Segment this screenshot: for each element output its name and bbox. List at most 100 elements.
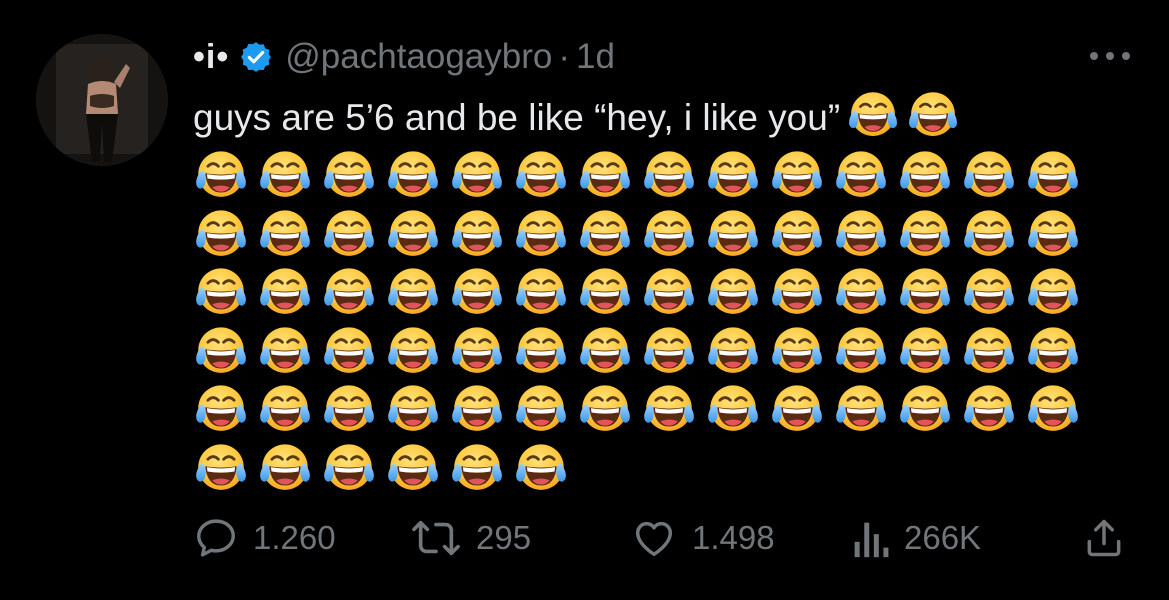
laughing-emoji-icon <box>321 264 377 320</box>
retweet-icon <box>412 520 460 556</box>
laughing-emoji-icon <box>193 440 249 496</box>
laughing-emoji-icon <box>897 264 953 320</box>
laughing-emoji-icon <box>769 323 825 379</box>
laughing-emoji-icon <box>513 147 569 203</box>
laughing-emoji-icon <box>641 147 697 203</box>
laughing-emoji-icon <box>193 381 249 437</box>
laughing-emoji-icon <box>385 323 441 379</box>
laughing-emoji-icon <box>321 381 377 437</box>
laughing-emoji-icon <box>577 323 633 379</box>
laughing-emoji-icon <box>961 323 1017 379</box>
laughing-emoji-icon <box>1025 264 1081 320</box>
views-icon <box>854 522 889 558</box>
more-icon[interactable] <box>1086 46 1134 66</box>
laughing-emoji-icon <box>641 323 697 379</box>
laughing-emoji-icon <box>385 381 441 437</box>
tweet[interactable]: •i• @pachtaogaybro · 1d guys are 5’6 and… <box>0 0 1169 600</box>
laughing-emoji-icon <box>321 147 377 203</box>
laughing-emoji-icon <box>577 264 633 320</box>
handle[interactable]: @pachtaogaybro <box>285 37 552 77</box>
laughing-emoji-icon <box>385 440 441 496</box>
laughing-emoji-icon <box>705 381 761 437</box>
laughing-emoji-icon <box>769 381 825 437</box>
laughing-emoji-icon <box>513 381 569 437</box>
laughing-emoji-icon <box>833 381 889 437</box>
laughing-emoji-icon <box>513 264 569 320</box>
avatar-photo <box>36 34 168 166</box>
share-icon <box>1087 519 1121 557</box>
tweet-text-line: guys are 5’6 and be like “hey, i like yo… <box>193 88 1138 148</box>
action-bar: 1.260 295 1.498 266K <box>0 508 1169 568</box>
emoji-row <box>193 147 1089 203</box>
like-count: 1.498 <box>692 519 775 556</box>
emoji-row <box>193 206 1089 262</box>
emoji-row <box>193 440 577 496</box>
laughing-emoji-icon <box>961 264 1017 320</box>
views-count: 266K <box>904 519 982 556</box>
laughing-emoji-icon <box>833 206 889 262</box>
retweet-count: 295 <box>476 519 532 556</box>
laughing-emoji-icon <box>961 381 1017 437</box>
laughing-emoji-icon <box>641 206 697 262</box>
laughing-emoji-icon <box>705 323 761 379</box>
laughing-emoji-icon <box>1025 206 1081 262</box>
laughing-emoji-icon <box>769 147 825 203</box>
emoji-row <box>193 323 1089 379</box>
tweet-header: •i• @pachtaogaybro · 1d <box>193 32 615 82</box>
timestamp[interactable]: 1d <box>576 37 615 77</box>
laughing-emoji-icon <box>1025 323 1081 379</box>
share-button[interactable] <box>1082 508 1126 568</box>
laughing-emoji-icon <box>449 381 505 437</box>
laughing-emoji-icon <box>1025 381 1081 437</box>
laughing-emoji-icon <box>833 323 889 379</box>
views-button[interactable]: 266K <box>850 508 981 568</box>
laughing-emoji-icon <box>449 147 505 203</box>
laughing-emoji-icon <box>641 264 697 320</box>
laughing-emoji-icon <box>897 381 953 437</box>
laughing-emoji-icon <box>385 264 441 320</box>
laughing-emoji-icon <box>961 206 1017 262</box>
laughing-emoji-icon <box>769 206 825 262</box>
laughing-emoji-icon <box>257 147 313 203</box>
avatar[interactable] <box>36 34 168 166</box>
laughing-emoji-icon <box>577 381 633 437</box>
laughing-emoji-icon <box>906 88 960 142</box>
laughing-emoji-icon <box>257 264 313 320</box>
laughing-emoji-icon <box>769 264 825 320</box>
laughing-emoji-icon <box>193 206 249 262</box>
laughing-emoji-icon <box>257 206 313 262</box>
laughing-emoji-icon <box>257 381 313 437</box>
laughing-emoji-icon <box>705 264 761 320</box>
laughing-emoji-icon <box>321 206 377 262</box>
laughing-emoji-icon <box>705 206 761 262</box>
display-name[interactable]: •i• <box>193 38 229 77</box>
like-button[interactable]: 1.498 <box>630 508 775 568</box>
laughing-emoji-icon <box>577 206 633 262</box>
laughing-emoji-icon <box>897 147 953 203</box>
laughing-emoji-icon <box>385 147 441 203</box>
reply-icon <box>197 519 235 557</box>
laughing-emoji-icon <box>321 323 377 379</box>
verified-badge-icon <box>239 40 273 74</box>
laughing-emoji-icon <box>449 440 505 496</box>
laughing-emoji-icon <box>385 206 441 262</box>
retweet-button[interactable]: 295 <box>410 508 531 568</box>
laughing-emoji-icon <box>513 206 569 262</box>
laughing-emoji-icon <box>1025 147 1081 203</box>
emoji-row <box>193 381 1089 437</box>
heart-icon <box>635 521 673 557</box>
laughing-emoji-icon <box>641 381 697 437</box>
laughing-emoji-icon <box>449 206 505 262</box>
tweet-text: guys are 5’6 and be like “hey, i like yo… <box>193 97 841 138</box>
reply-count: 1.260 <box>253 519 336 556</box>
laughing-emoji-icon <box>257 440 313 496</box>
laughing-emoji-icon <box>513 323 569 379</box>
separator: · <box>558 37 571 76</box>
reply-button[interactable]: 1.260 <box>193 508 336 568</box>
laughing-emoji-icon <box>193 147 249 203</box>
laughing-emoji-icon <box>833 147 889 203</box>
laughing-emoji-icon <box>577 147 633 203</box>
laughing-emoji-icon <box>705 147 761 203</box>
laughing-emoji-icon <box>449 323 505 379</box>
laughing-emoji-icon <box>961 147 1017 203</box>
